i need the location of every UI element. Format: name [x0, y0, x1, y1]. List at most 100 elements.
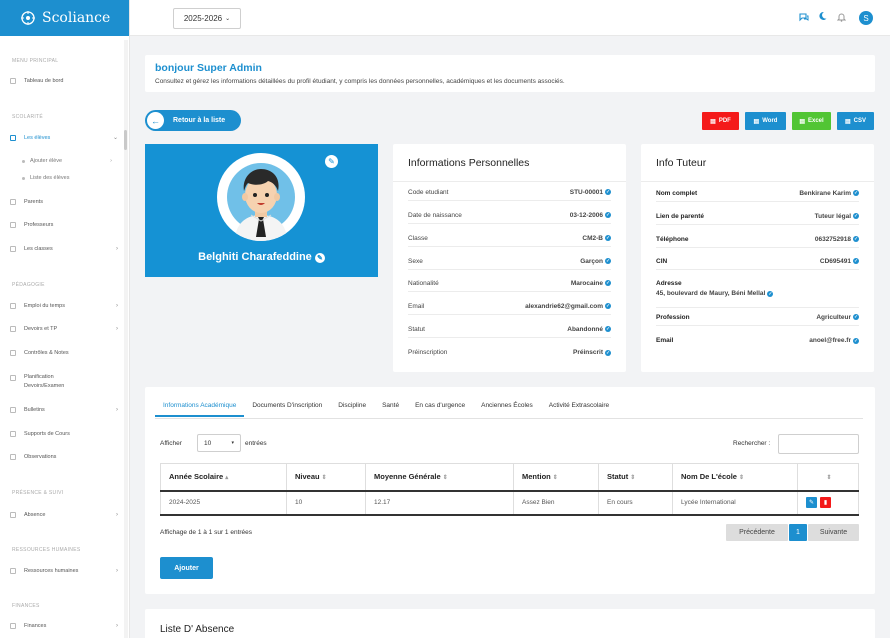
bulletin-icon [10, 407, 16, 413]
sidebar-item-label: Supports de Cours [24, 431, 70, 437]
sidebar-item-bulletins[interactable]: Bulletins › [10, 407, 118, 413]
tab-health[interactable]: Santé [374, 399, 407, 417]
sidebar-item-label: Tableau de bord [24, 78, 64, 84]
arrow-left-icon: ← [147, 112, 164, 129]
sidebar-item-parents[interactable]: Parents [10, 199, 118, 205]
sort-asc-icon: ▴ [225, 475, 229, 482]
info-value: Agriculteur ✓ [816, 314, 859, 321]
info-label: Classe [408, 234, 428, 242]
sidebar-subitem-add-student[interactable]: Ajouter élève › [22, 158, 112, 164]
chevron-down-icon: ⌄ [112, 135, 118, 141]
school-year-select[interactable]: 2025-2026 ⌄ [173, 8, 241, 29]
table-cell: 12.17 [365, 490, 514, 516]
header-label: Statut [607, 472, 629, 482]
tab-discipline[interactable]: Discipline [330, 399, 374, 417]
back-to-list-button[interactable]: ← Retour à la liste [145, 110, 241, 131]
sidebar-item-label: Bulletins [24, 407, 45, 413]
tab-extracurricular[interactable]: Activité Extrascolaire [541, 399, 617, 417]
book-icon [10, 431, 16, 437]
dashboard-icon [10, 78, 16, 84]
sidebar-item-label: Ajouter élève [30, 158, 63, 164]
tab-academic[interactable]: Informations Académique [155, 399, 245, 417]
brand[interactable]: Scoliance [0, 0, 129, 36]
col-mention[interactable]: Mention ⇕ [513, 463, 599, 492]
header-label: Nom De L'école [681, 472, 737, 482]
classes-icon [10, 246, 16, 252]
sidebar-item-students[interactable]: Les élèves ⌄ [10, 134, 118, 141]
sidebar-item-observations[interactable]: Observations [10, 454, 118, 460]
header-label: Mention [522, 472, 551, 482]
export-word-button[interactable]: ▤ Word [745, 112, 786, 130]
value-text: CD695491 [819, 257, 851, 265]
info-label: CIN [656, 257, 668, 265]
sidebar-item-label: Absence [24, 512, 46, 518]
tab-former-schools[interactable]: Anciennes Écoles [473, 399, 541, 417]
export-csv-button[interactable]: ▤ CSV [837, 112, 874, 130]
sidebar-item-dashboard[interactable]: Tableau de bord [10, 78, 118, 84]
info-value: anoel@free.fr ✓ [809, 337, 859, 344]
value-text: Garçon [580, 257, 603, 265]
sidebar-item-teachers[interactable]: Professeurs [10, 222, 118, 228]
sidebar-item-classes[interactable]: Les classes › [10, 246, 118, 252]
edit-name-icon[interactable]: ✎ [314, 253, 325, 263]
sidebar-item-grades[interactable]: Contrôles & Notes [10, 350, 118, 356]
search-input[interactable] [778, 434, 859, 454]
add-button[interactable]: Ajouter [160, 557, 213, 579]
sidebar-scroll-thumb[interactable] [124, 130, 127, 150]
tab-emergency[interactable]: En cas d'urgence [407, 399, 473, 417]
sidebar-item-absence[interactable]: Absence › [10, 512, 118, 518]
value-text: anoel@free.fr [809, 337, 851, 344]
export-excel-button[interactable]: ▤ Excel [792, 112, 831, 130]
entries-select[interactable]: 10 ▾ [197, 434, 241, 452]
page-1-button[interactable]: 1 [789, 524, 807, 541]
export-pdf-button[interactable]: ▤ PDF [702, 112, 739, 130]
table-cell: 2024-2025 [160, 490, 287, 516]
col-level[interactable]: Niveau ⇕ [286, 463, 366, 492]
sidebar-item-hr[interactable]: Ressources humaines › [10, 568, 118, 574]
check-icon: ✓ [767, 290, 774, 297]
table-cell: Lycée International [672, 490, 798, 516]
sort-icon: ⇕ [442, 475, 448, 482]
info-label: Sexe [408, 257, 423, 265]
col-actions[interactable]: ⇕ [797, 463, 859, 492]
student-name: Belghiti Charafeddine ✎ [145, 251, 378, 263]
edit-icon[interactable]: ✎ [806, 497, 817, 508]
sidebar-item-timetable[interactable]: Emploi du temps › [10, 303, 118, 309]
info-label: Email [408, 302, 425, 310]
value-text: Tuteur légal [814, 212, 851, 220]
student-avatar [217, 153, 305, 241]
info-row: Sexe Garçon ✓ [408, 253, 611, 270]
welcome-subtitle: Consultez et gérez les informations déta… [155, 78, 565, 85]
next-page-button[interactable]: Suivante [808, 524, 859, 541]
user-avatar[interactable]: S [859, 11, 873, 25]
previous-page-button[interactable]: Précédente [726, 524, 788, 541]
sidebar-item-homework[interactable]: Devoirs et TP › [10, 326, 118, 332]
col-school-year[interactable]: Année Scolaire ▴ [160, 463, 287, 492]
file-excel-icon: ▤ [799, 118, 805, 125]
sidebar-subitem-student-list[interactable]: Liste des élèves [22, 175, 112, 181]
col-status[interactable]: Statut ⇕ [598, 463, 673, 492]
sidebar-item-finances[interactable]: Finances › [10, 623, 118, 629]
col-average[interactable]: Moyenne Générale ⇕ [365, 463, 514, 492]
info-label: Téléphone [656, 235, 689, 243]
sidebar-item-course-materials[interactable]: Supports de Cours [10, 431, 118, 437]
edit-photo-icon[interactable]: ✎ [325, 155, 338, 168]
entries-value: 10 [204, 439, 212, 447]
info-value: Garçon ✓ [580, 258, 611, 265]
absence-title: Liste D' Absence [160, 624, 235, 635]
file-pdf-icon: ▤ [710, 118, 716, 125]
observation-icon [10, 454, 16, 460]
sidebar-item-label: Planification Devoirs/Examen [24, 374, 65, 389]
tutor-info-title: Info Tuteur [656, 157, 707, 169]
personal-info-title: Informations Personnelles [408, 157, 530, 169]
chat-icon[interactable] [799, 13, 809, 24]
tab-documents[interactable]: Documents D'inscription [244, 399, 330, 417]
value-text: 03-12-2006 [569, 211, 603, 219]
sidebar-item-planning[interactable]: Planification Devoirs/Examen [10, 373, 118, 391]
moon-icon[interactable] [818, 11, 827, 23]
trash-icon[interactable]: ▮ [820, 497, 831, 508]
col-school-name[interactable]: Nom De L'école ⇕ [672, 463, 798, 492]
bell-icon[interactable] [836, 12, 847, 24]
check-icon: ✓ [605, 212, 611, 218]
info-label: Préinscription [408, 349, 448, 356]
